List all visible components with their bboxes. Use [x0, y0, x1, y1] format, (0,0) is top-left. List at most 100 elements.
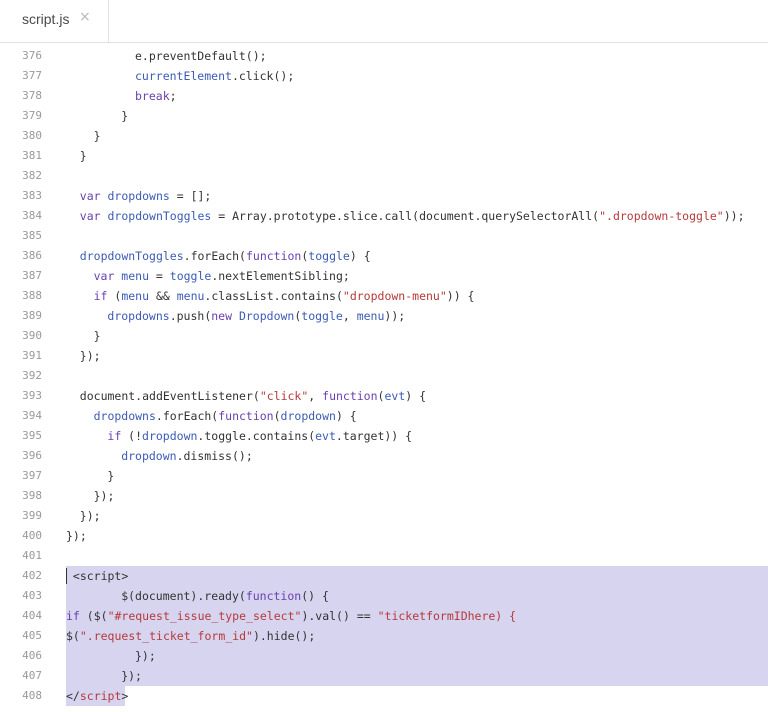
code-line[interactable]: 399}); — [0, 506, 768, 526]
code-text: }); — [66, 666, 142, 686]
text-cursor — [66, 568, 67, 584]
code-line[interactable]: 376 e.preventDefault(); — [0, 46, 768, 66]
line-number: 385 — [22, 229, 42, 242]
code-text: }); — [66, 646, 156, 666]
code-line[interactable]: 386 dropdownToggles.forEach(function(togg… — [0, 246, 768, 266]
code-token: .classList.contains( — [204, 289, 343, 303]
code-line[interactable]: 391}); — [0, 346, 768, 366]
code-token: .click(); — [231, 69, 295, 83]
code-token: $(document).ready( — [121, 589, 246, 603]
code-line[interactable]: 377 currentElement.click(); — [0, 66, 768, 86]
code-text: } — [66, 126, 101, 146]
line-number: 402 — [22, 569, 42, 582]
code-text: $(".request_ticket_form_id").hide(); — [66, 626, 315, 646]
code-text: if (!dropdown.toggle.contains(evt.target… — [66, 426, 412, 446]
code-token: dropdown — [121, 449, 177, 463]
code-token: evt — [384, 389, 406, 403]
code-token: .dismiss(); — [176, 449, 253, 463]
line-number: 406 — [22, 649, 42, 662]
code-line[interactable]: 383 var dropdowns = []; — [0, 186, 768, 206]
code-line[interactable]: 407}); — [0, 666, 768, 686]
code-line[interactable]: 408 </script> — [0, 686, 768, 706]
code-text: break; — [66, 86, 177, 106]
code-line[interactable]: 392 — [0, 366, 768, 386]
code-editor[interactable]: 376 e.preventDefault(); 377 currentElement.… — [0, 46, 768, 712]
code-token: menu — [121, 289, 150, 303]
code-token: new — [211, 309, 239, 323]
code-line[interactable]: 400}); — [0, 526, 768, 546]
code-token: && — [149, 289, 177, 303]
tab-script-js[interactable]: script.js × — [0, 0, 109, 42]
code-text: }); — [66, 346, 101, 366]
code-line[interactable]: 387 var menu = toggle.nextElementSibling; — [0, 266, 768, 286]
code-line[interactable]: 381} — [0, 146, 768, 166]
code-token: )); — [384, 309, 406, 323]
code-token: document.addEventListener( — [79, 389, 260, 403]
code-text: var menu = toggle.nextElementSibling; — [66, 266, 350, 286]
tab-label: script.js — [22, 11, 70, 27]
code-line[interactable]: 406}); — [0, 646, 768, 666]
code-token: }); — [93, 489, 115, 503]
code-token: }); — [135, 649, 156, 663]
code-line[interactable]: 405 $(".request_ticket_form_id").hide(); — [0, 626, 768, 646]
line-number: 377 — [22, 69, 42, 82]
code-token: )); — [723, 209, 745, 223]
code-line[interactable]: 390} — [0, 326, 768, 346]
code-line[interactable]: 388 if (menu && menu.classList.contains("… — [0, 286, 768, 306]
code-token: dropdown — [280, 409, 336, 423]
code-token: ".request_ticket_form_id" — [79, 629, 253, 643]
close-icon[interactable]: × — [79, 9, 91, 25]
line-number: 393 — [22, 389, 42, 402]
code-token: <script> — [72, 569, 129, 583]
line-number: 392 — [22, 369, 42, 382]
code-line[interactable]: 396 dropdown.dismiss(); — [0, 446, 768, 466]
code-token: dropdowns — [107, 309, 170, 323]
code-token: var — [79, 209, 108, 223]
code-token: .toggle.contains( — [197, 429, 316, 443]
code-line[interactable]: 385 — [0, 226, 768, 246]
code-line[interactable]: 401 — [0, 546, 768, 566]
code-line[interactable]: 398}); — [0, 486, 768, 506]
code-token: = Array.prototype.slice.call(document.qu… — [211, 209, 600, 223]
code-token: } — [93, 329, 101, 343]
code-line[interactable]: 378 break; — [0, 86, 768, 106]
code-line[interactable]: 402 <script> — [0, 566, 768, 586]
line-number: 379 — [22, 109, 42, 122]
code-line[interactable]: 397} — [0, 466, 768, 486]
code-line[interactable]: 380} — [0, 126, 768, 146]
code-token: , — [342, 309, 357, 323]
line-number: 403 — [22, 589, 42, 602]
code-line[interactable]: 382 — [0, 166, 768, 186]
code-token: if — [107, 429, 122, 443]
code-token: function — [322, 389, 378, 403]
code-token: }); — [79, 349, 101, 363]
code-token: = — [149, 269, 170, 283]
code-line[interactable]: 395 if (!dropdown.toggle.contains(evt.tar… — [0, 426, 768, 446]
line-number: 386 — [22, 249, 42, 262]
code-line[interactable]: 379} — [0, 106, 768, 126]
line-number: 388 — [22, 289, 42, 302]
line-number: 394 — [22, 409, 42, 422]
code-line[interactable]: 403 $(document).ready(function() { — [0, 586, 768, 606]
line-number: 405 — [22, 629, 42, 642]
code-line[interactable]: 389 dropdowns.push(new Dropdown(toggle, m… — [0, 306, 768, 326]
code-line[interactable]: 394 dropdowns.forEach(function(dropdown) … — [0, 406, 768, 426]
code-token: > — [121, 689, 129, 703]
line-number: 384 — [22, 209, 42, 222]
code-line[interactable]: 393 document.addEventListener("click", fu… — [0, 386, 768, 406]
code-token: menu — [176, 289, 205, 303]
code-token: .nextElementSibling; — [211, 269, 350, 283]
line-number: 398 — [22, 489, 42, 502]
code-token: function — [245, 249, 302, 263]
code-token: "#request_issue_type_select" — [107, 609, 302, 623]
code-line[interactable]: 384 var dropdownToggles = Array.prototype… — [0, 206, 768, 226]
code-token: .target)) { — [335, 429, 413, 443]
code-token: ($( — [79, 609, 108, 623]
code-token: script — [79, 689, 122, 703]
code-token: (! — [121, 429, 143, 443]
code-token: dropdowns — [93, 409, 156, 423]
code-line[interactable]: 404 if ($("#request_issue_type_select").v… — [0, 606, 768, 626]
line-number: 395 — [22, 429, 42, 442]
code-text: }); — [66, 486, 115, 506]
code-text: } — [66, 146, 87, 166]
